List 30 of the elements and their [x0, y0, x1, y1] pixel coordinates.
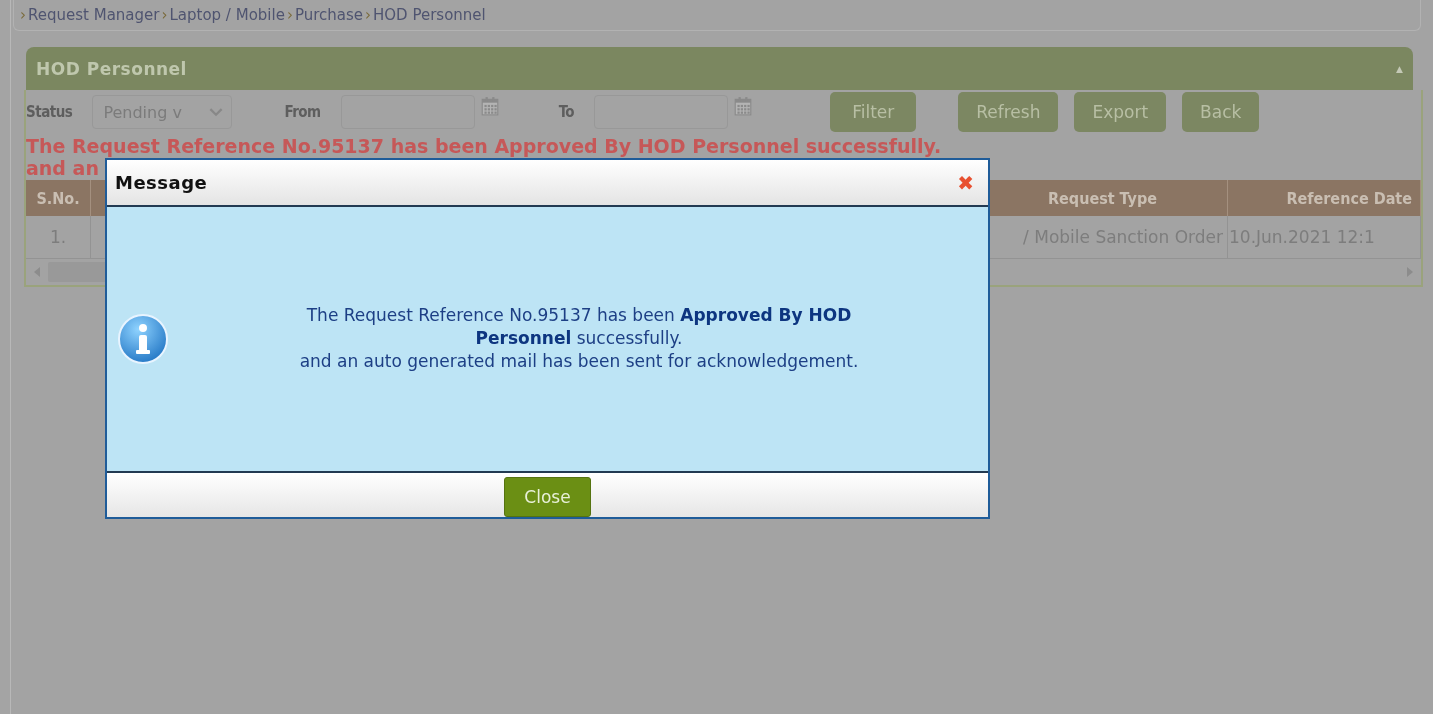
dialog-message: and an auto generated mail has been sent for acknowledgement.	[298, 349, 860, 373]
action-button[interactable]: Refresh	[958, 92, 1059, 132]
dialog-title: Message	[115, 172, 208, 193]
filter-label: To	[558, 103, 575, 121]
column-header[interactable]: S.No.	[26, 180, 91, 216]
dropdown-chevron-icon	[209, 107, 224, 117]
calendar-icon[interactable]	[480, 96, 499, 116]
action-button[interactable]: Filter	[830, 92, 917, 132]
breadcrumb-link[interactable]: Purchase	[294, 6, 364, 24]
info-icon	[117, 313, 169, 365]
action-button[interactable]: Export	[1074, 92, 1167, 132]
notice-text: and an	[26, 157, 100, 180]
dialog-message: The Request Reference No.95137 has been Approved By HOD Personnel successfully.	[305, 303, 853, 350]
chevron-icon: ›	[161, 6, 168, 24]
filter-label: From	[284, 103, 321, 121]
chevron-icon: ›	[286, 6, 293, 24]
collapse-icon[interactable]: ▲	[1396, 63, 1403, 74]
column-header[interactable]: Reference Date	[1227, 180, 1421, 216]
chevron-icon: ›	[20, 6, 26, 24]
close-button[interactable]: Close	[504, 477, 591, 517]
action-button[interactable]: Back	[1182, 92, 1260, 132]
breadcrumb-link[interactable]: Request Manager	[28, 6, 160, 24]
notice-text: The Request Reference No.95137 has been Approved By HOD Personnel successfully.	[26, 134, 943, 158]
close-icon[interactable]: ✖	[957, 170, 974, 195]
panel-title: HOD Personnel	[36, 58, 187, 79]
calendar-icon[interactable]	[734, 96, 753, 116]
breadcrumb-link[interactable]: HOD Personnel	[373, 6, 486, 24]
chevron-icon: ›	[365, 6, 372, 24]
filter-label: Status	[26, 103, 73, 121]
breadcrumb-link[interactable]: Laptop / Mobile	[169, 6, 285, 24]
